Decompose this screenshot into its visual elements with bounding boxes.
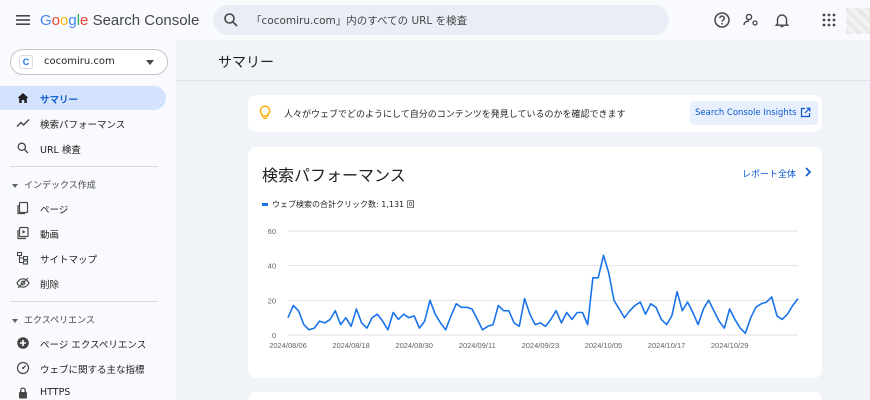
sitemap-icon <box>16 251 29 265</box>
google-letter: G <box>40 12 52 29</box>
google-wordmark: Google <box>40 12 88 29</box>
notifications-icon[interactable] <box>773 11 791 29</box>
performance-card: 検索パフォーマンス レポート全体 ウェブ検索の合計クリック数: 1,131 回 … <box>248 147 822 378</box>
top-bar: Google Search Console 「cocomiru.com」内のすべ… <box>0 0 870 40</box>
url-inspection-search[interactable]: 「cocomiru.com」内のすべての URL を検査 <box>213 5 669 35</box>
web-vitals-icon <box>16 361 30 375</box>
search-placeholder[interactable]: 「cocomiru.com」内のすべての URL を検査 <box>251 13 467 28</box>
sidebar-item-performance[interactable]: 検索パフォーマンス <box>0 111 166 135</box>
sidebar-divider <box>10 166 158 167</box>
search-console-insights-button[interactable]: Search Console Insights <box>690 101 818 125</box>
help-icon[interactable] <box>713 11 731 29</box>
sidebar-item-label: 削除 <box>40 280 60 291</box>
chart-legend: ウェブ検索の合計クリック数: 1,131 回 <box>262 199 415 210</box>
section-header-experience[interactable]: エクスペリエンス <box>12 313 95 326</box>
section-label: インデックス作成 <box>24 181 96 191</box>
x-tick-label: 2024/09/23 <box>522 341 560 350</box>
y-tick-label: 60 <box>268 227 276 236</box>
clicks-line-chart: 0 20 40 60 2024/08/06 2024/08/18 2024/08/30 202… <box>268 227 799 350</box>
menu-icon[interactable] <box>14 11 32 29</box>
y-tick-label: 40 <box>268 262 276 271</box>
sidebar-item-url-inspection[interactable]: URL 検査 <box>0 136 166 160</box>
sidebar-item-label: サイトマップ <box>40 255 98 266</box>
account-avatar[interactable] <box>846 8 870 34</box>
sidebar-item-sitemaps[interactable]: サイトマップ <box>0 246 166 270</box>
x-tick-label: 2024/08/06 <box>269 341 307 350</box>
sidebar-divider <box>10 301 158 302</box>
sidebar-item-label: サマリー <box>40 95 79 106</box>
x-tick-label: 2024/08/18 <box>332 341 370 350</box>
x-tick-label: 2024/09/11 <box>459 341 496 350</box>
sidebar: C cocomiru.com サマリー 検索パフォーマンス URL 検査 インデ… <box>0 40 176 400</box>
trending-up-icon <box>16 119 30 127</box>
y-tick-label: 0 <box>272 331 276 340</box>
product-name: Search Console <box>92 12 200 29</box>
sidebar-item-summary[interactable]: サマリー <box>0 86 166 110</box>
sidebar-item-label: 検索パフォーマンス <box>40 120 126 131</box>
google-letter: o <box>51 12 61 29</box>
lightbulb-icon <box>259 105 271 119</box>
sidebar-item-page-experience[interactable]: ページ エクスペリエンス <box>0 331 166 355</box>
sidebar-item-label: ページ <box>40 205 69 216</box>
pages-icon <box>17 201 29 215</box>
video-icon <box>17 226 29 240</box>
legend-label: ウェブ検索の合計クリック数: 1,131 回 <box>272 200 415 209</box>
sidebar-item-https[interactable]: HTTPS <box>0 381 166 400</box>
next-card <box>248 392 822 400</box>
sidebar-item-label: URL 検査 <box>40 145 81 156</box>
chevron-right-icon[interactable] <box>803 166 813 178</box>
property-favicon-icon: C <box>19 55 33 69</box>
page-title: サマリー <box>218 55 274 71</box>
collapse-triangle-icon <box>12 183 18 188</box>
dropdown-caret-icon <box>146 60 154 65</box>
apps-grid-icon[interactable] <box>820 11 838 29</box>
performance-card-title: 検索パフォーマンス <box>262 166 406 185</box>
collapse-triangle-icon <box>12 318 18 323</box>
insights-banner: 人々がウェブでどのようにして自分のコンテンツを発見しているのかを確認できます S… <box>248 95 822 132</box>
manage-users-icon[interactable] <box>742 11 760 29</box>
x-tick-label: 2024/10/29 <box>711 341 749 350</box>
header-divider <box>176 80 870 81</box>
sidebar-item-pages[interactable]: ページ <box>0 196 166 220</box>
x-tick-label: 2024/08/30 <box>395 341 433 350</box>
insights-button-label: Search Console Insights <box>695 108 797 118</box>
x-tick-label: 2024/10/17 <box>648 341 686 350</box>
x-tick-label: 2024/10/05 <box>585 341 623 350</box>
open-in-new-icon <box>800 107 811 118</box>
section-header-indexing[interactable]: インデックス作成 <box>12 178 96 191</box>
sidebar-item-videos[interactable]: 動画 <box>0 221 166 245</box>
sidebar-item-removals[interactable]: 削除 <box>0 271 166 295</box>
sidebar-item-label: ウェブに関する主な指標 <box>40 365 145 376</box>
sidebar-item-label: 動画 <box>40 230 60 241</box>
section-label: エクスペリエンス <box>24 316 95 326</box>
sidebar-item-label: HTTPS <box>40 387 71 398</box>
y-tick-label: 20 <box>268 296 276 305</box>
home-icon <box>17 93 29 103</box>
property-selector[interactable]: C cocomiru.com <box>10 49 168 75</box>
app-logo[interactable]: Google Search Console <box>40 12 199 29</box>
google-letter: g <box>68 12 77 29</box>
lock-icon <box>19 387 27 399</box>
legend-swatch <box>262 203 268 206</box>
sidebar-item-label: ページ エクスペリエンス <box>40 340 147 351</box>
search-icon <box>224 13 238 27</box>
removal-icon <box>16 277 30 289</box>
property-name: cocomiru.com <box>44 56 115 67</box>
banner-text: 人々がウェブでどのようにして自分のコンテンツを発見しているのかを確認できます <box>284 110 626 120</box>
full-report-link[interactable]: レポート全体 <box>742 167 796 180</box>
sidebar-item-core-web-vitals[interactable]: ウェブに関する主な指標 <box>0 356 166 380</box>
google-letter: e <box>80 12 89 29</box>
page-experience-icon <box>17 337 29 349</box>
search-icon <box>17 142 29 154</box>
series-line <box>287 254 799 335</box>
